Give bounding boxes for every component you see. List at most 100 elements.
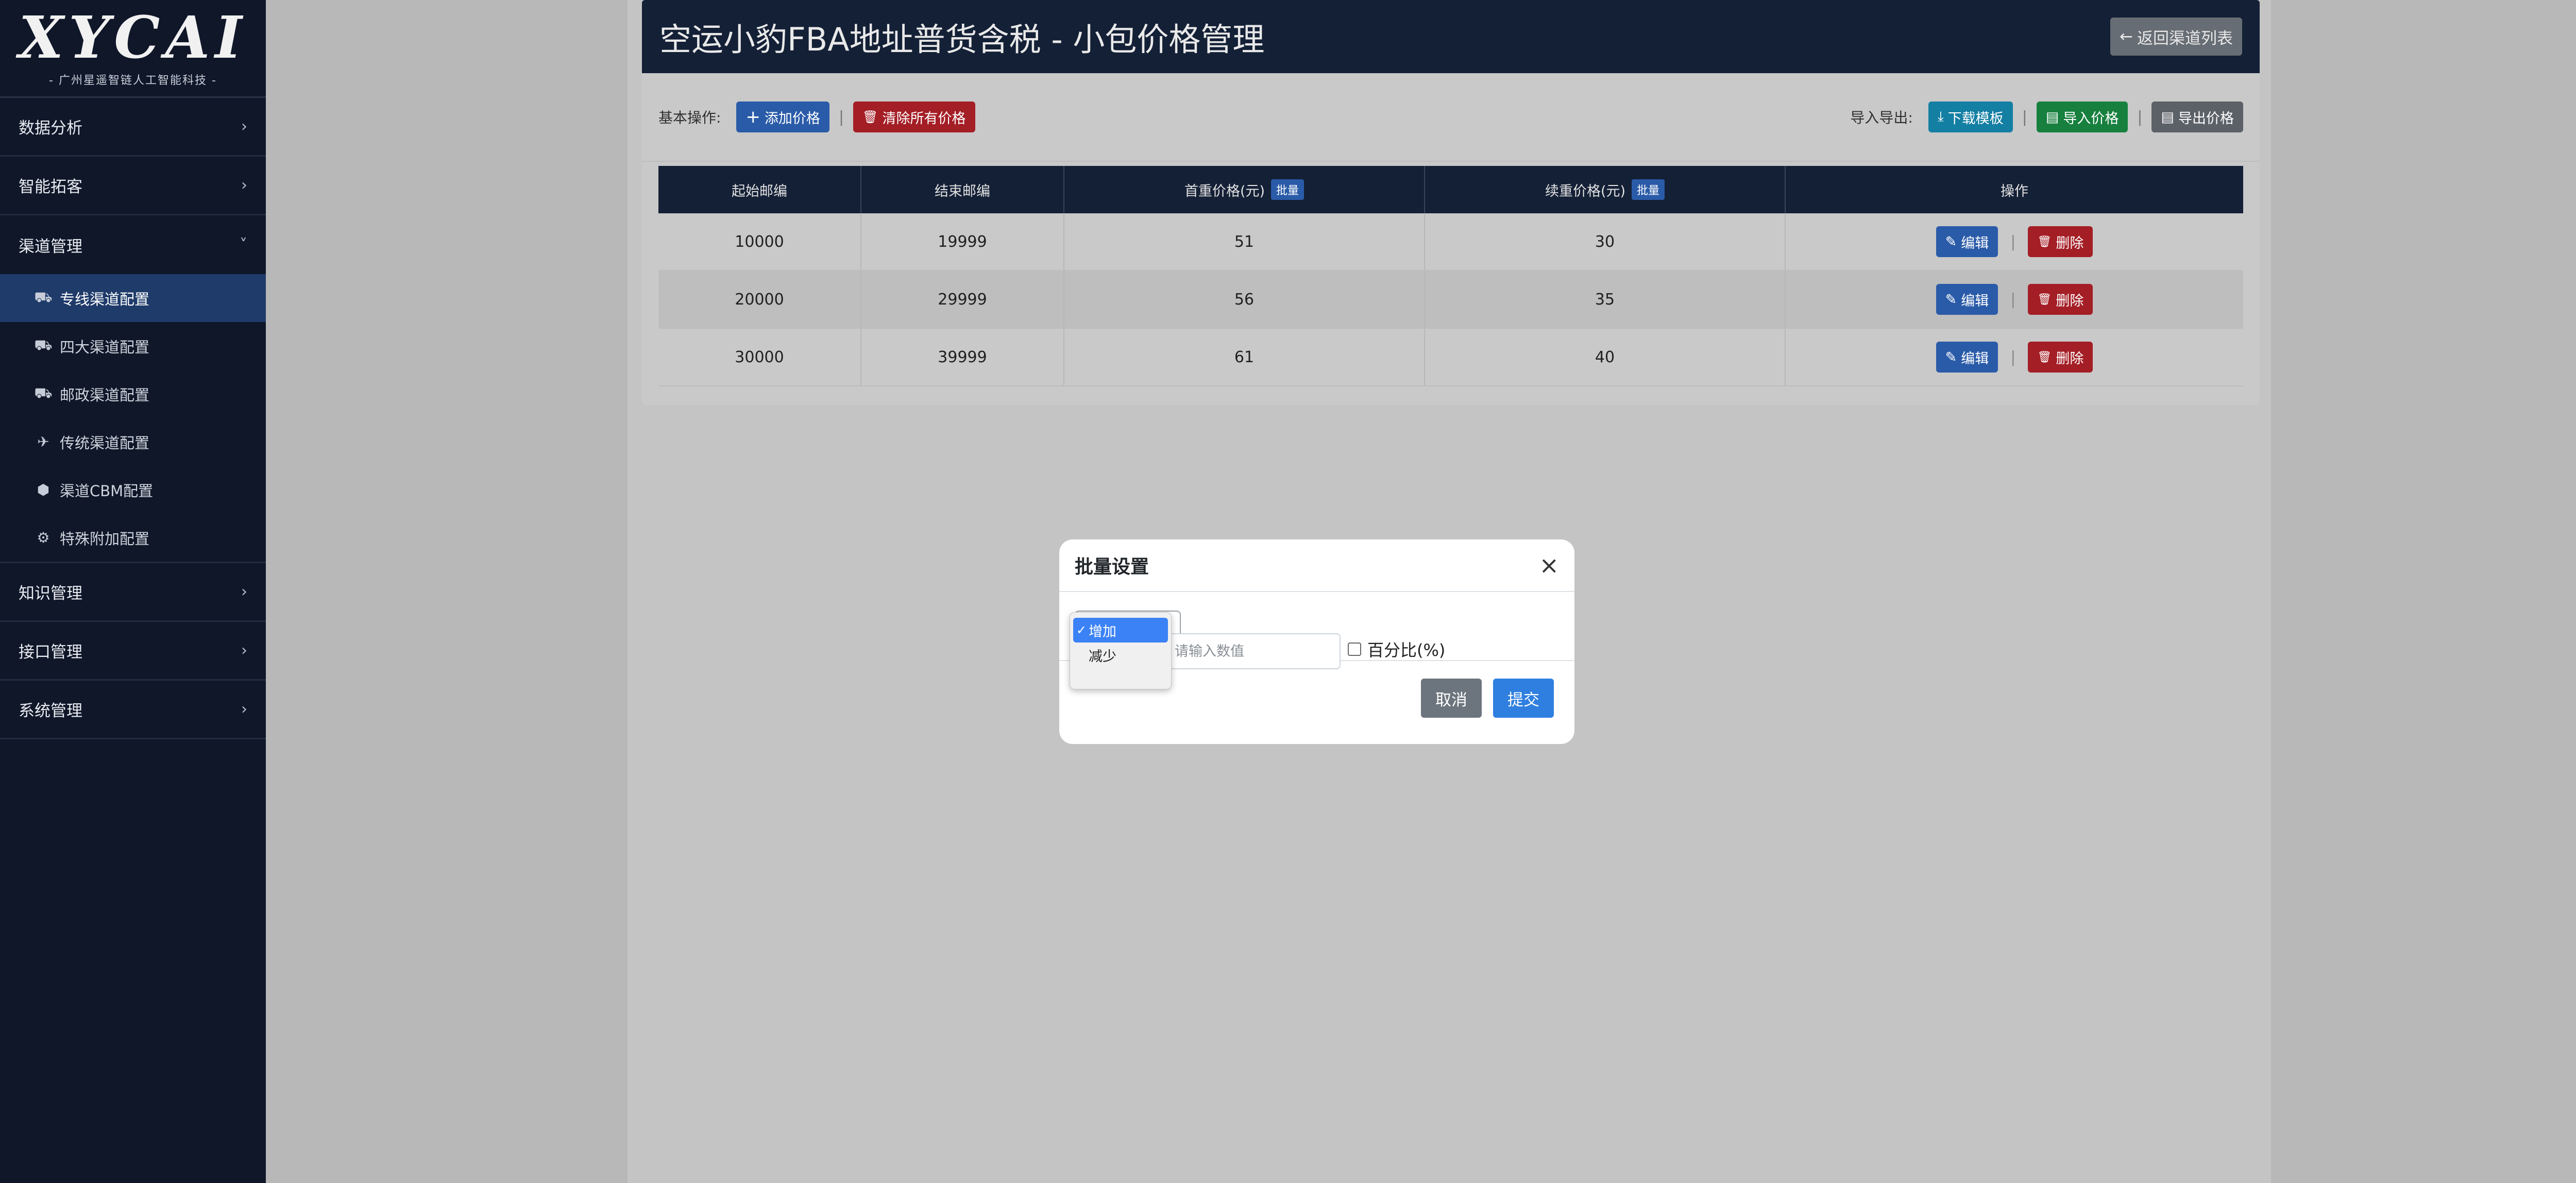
cell-actions: ✎ 编辑 | 🗑 删除	[1786, 213, 2243, 270]
sidebar-item-big-four-channel[interactable]: ⛟ 四大渠道配置	[0, 322, 266, 370]
plane-icon: ✈	[37, 433, 49, 450]
back-to-channel-list-button[interactable]: ← 返回渠道列表	[2110, 18, 2242, 56]
page-title: 空运小豹FBA地址普货含税 - 小包价格管理	[659, 21, 1265, 58]
option-label: 减少	[1089, 648, 1116, 665]
sidebar-item-special-surcharge[interactable]: ⚙ 特殊附加配置	[0, 514, 266, 562]
download-template-button[interactable]: ⤓ 下载模板	[1928, 102, 2013, 132]
add-price-button[interactable]: + 添加价格	[736, 102, 829, 132]
nav-group-label: 知识管理	[19, 584, 82, 603]
trash-icon: 🗑	[862, 110, 878, 124]
table-row: 10000 19999 51 30 ✎ 编辑 | 🗑 删除	[658, 213, 2243, 271]
option-decrease[interactable]: 减少	[1073, 643, 1168, 667]
plus-icon: +	[745, 107, 760, 127]
nav-group-smart-prospecting[interactable]: 智能拓客 ›	[0, 157, 266, 215]
cell-actions: ✎ 编辑 | 🗑 删除	[1786, 271, 2243, 328]
nav-group-api-management[interactable]: 接口管理 ›	[0, 622, 266, 681]
back-button-label: 返回渠道列表	[2137, 29, 2233, 48]
delete-button[interactable]: 🗑 删除	[2028, 342, 2093, 373]
sidebar-item-label: 渠道CBM配置	[60, 482, 154, 500]
column-header-start-zip: 起始邮编	[658, 166, 861, 213]
sidebar-item-traditional-channel[interactable]: ✈ 传统渠道配置	[0, 418, 266, 466]
delete-button[interactable]: 🗑 删除	[2028, 284, 2093, 315]
import-prices-button[interactable]: ▤ 导入价格	[2036, 102, 2128, 132]
truck-icon: ⛟	[34, 289, 53, 306]
sidebar-item-label: 特殊附加配置	[60, 530, 150, 548]
import-prices-label: 导入价格	[2063, 110, 2119, 127]
checkmark-icon: ✓	[1076, 623, 1087, 637]
edit-icon: ✎	[1945, 291, 1957, 308]
toolbar-basic-ops: 基本操作: + 添加价格 | 🗑 清除所有价格	[658, 102, 975, 132]
chevron-right-icon: ›	[241, 117, 247, 136]
clear-all-prices-button[interactable]: 🗑 清除所有价格	[853, 102, 975, 132]
download-template-label: 下载模板	[1947, 110, 2004, 127]
divider: |	[2010, 232, 2016, 251]
sidebar-item-label: 四大渠道配置	[60, 338, 150, 356]
divider: |	[2010, 348, 2016, 366]
divider: |	[838, 108, 844, 126]
value-input[interactable]	[1162, 633, 1341, 669]
adjust-mode-dropdown: ✓ 增加 减少	[1070, 612, 1172, 689]
trash-icon: 🗑	[2037, 235, 2052, 248]
batch-additional-weight-button[interactable]: 批量	[1632, 179, 1665, 200]
truck-icon: ⛟	[34, 336, 53, 353]
divider: |	[2137, 108, 2143, 126]
nav-group-channel-management[interactable]: 渠道管理 ˅	[0, 215, 266, 274]
header-label: 首重价格(元)	[1184, 183, 1265, 199]
cell-first-weight-price: 61	[1064, 329, 1425, 385]
cell-end-zip: 39999	[861, 329, 1064, 385]
delete-label: 删除	[2056, 350, 2084, 367]
nav-group-label: 接口管理	[19, 643, 82, 662]
sidebar-item-dedicated-channel[interactable]: ⛟ 专线渠道配置	[0, 274, 266, 322]
header-label: 续重价格(元)	[1545, 183, 1626, 199]
gear-icon: ⚙	[37, 529, 50, 546]
nav-group-label: 智能拓客	[19, 178, 82, 196]
edit-button[interactable]: ✎ 编辑	[1936, 342, 1998, 373]
edit-label: 编辑	[1961, 350, 1989, 367]
nav-group-system-management[interactable]: 系统管理 ›	[0, 681, 266, 739]
logo-subtitle: - 广州星遥智链人工智能科技 -	[49, 74, 217, 87]
modal-title: 批量设置	[1075, 556, 1149, 578]
nav-group-label: 渠道管理	[19, 237, 82, 256]
close-icon[interactable]: ×	[1539, 551, 1559, 579]
truck-icon: ⛟	[34, 384, 53, 401]
logo-text: XYCAI	[19, 4, 247, 72]
percent-checkbox-group[interactable]: 百分比(%)	[1348, 637, 1445, 661]
nav-group-knowledge-management[interactable]: 知识管理 ›	[0, 563, 266, 622]
cell-additional-weight-price: 35	[1425, 271, 1786, 328]
cell-end-zip: 19999	[861, 213, 1064, 270]
export-prices-button[interactable]: ▤ 导出价格	[2151, 102, 2243, 132]
column-header-end-zip: 结束邮编	[861, 166, 1064, 213]
sidebar-item-postal-channel[interactable]: ⛟ 邮政渠道配置	[0, 370, 266, 418]
option-label: 增加	[1089, 623, 1116, 640]
price-management-card: 空运小豹FBA地址普货含税 - 小包价格管理 ← 返回渠道列表 基本操作: + …	[642, 0, 2260, 405]
edit-button[interactable]: ✎ 编辑	[1936, 226, 1998, 257]
toolbar: 基本操作: + 添加价格 | 🗑 清除所有价格 导入导出: ⤓ 下载模板 | ▤…	[642, 73, 2260, 162]
toolbar-import-export: 导入导出: ⤓ 下载模板 | ▤ 导入价格 | ▤ 导出价格	[1850, 102, 2243, 132]
option-increase[interactable]: ✓ 增加	[1073, 618, 1168, 643]
card-header: 空运小豹FBA地址普货含税 - 小包价格管理 ← 返回渠道列表	[642, 0, 2260, 73]
channel-submenu: ⛟ 专线渠道配置 ⛟ 四大渠道配置 ⛟ 邮政渠道配置 ✈ 传统渠道配置 ⬢ 渠道…	[0, 274, 266, 563]
sidebar-item-channel-cbm[interactable]: ⬢ 渠道CBM配置	[0, 466, 266, 514]
chevron-right-icon: ›	[241, 700, 247, 718]
cell-actions: ✎ 编辑 | 🗑 删除	[1786, 329, 2243, 385]
cell-end-zip: 29999	[861, 271, 1064, 328]
chevron-down-icon: ˅	[240, 235, 247, 254]
sidebar-item-label: 传统渠道配置	[60, 434, 150, 452]
column-header-first-weight-price: 首重价格(元) 批量	[1064, 166, 1425, 213]
delete-button[interactable]: 🗑 删除	[2028, 226, 2093, 257]
table-row: 20000 29999 56 35 ✎ 编辑 | 🗑 删除	[658, 271, 2243, 329]
basic-ops-label: 基本操作:	[658, 109, 721, 126]
percent-label: 百分比(%)	[1367, 640, 1446, 660]
percent-checkbox[interactable]	[1348, 643, 1361, 656]
edit-icon: ✎	[1945, 233, 1957, 250]
download-icon: ⤓	[1937, 109, 1944, 125]
delete-label: 删除	[2056, 235, 2084, 251]
edit-label: 编辑	[1961, 293, 1989, 309]
divider: |	[2010, 290, 2016, 309]
submit-button[interactable]: 提交	[1493, 679, 1554, 718]
edit-button[interactable]: ✎ 编辑	[1936, 284, 1998, 315]
nav-group-data-analysis[interactable]: 数据分析 ›	[0, 98, 266, 157]
cancel-button[interactable]: 取消	[1421, 679, 1482, 718]
price-table: 起始邮编 结束邮编 首重价格(元) 批量 续重价格(元) 批量 操作 10000…	[658, 166, 2243, 386]
batch-first-weight-button[interactable]: 批量	[1271, 179, 1304, 200]
